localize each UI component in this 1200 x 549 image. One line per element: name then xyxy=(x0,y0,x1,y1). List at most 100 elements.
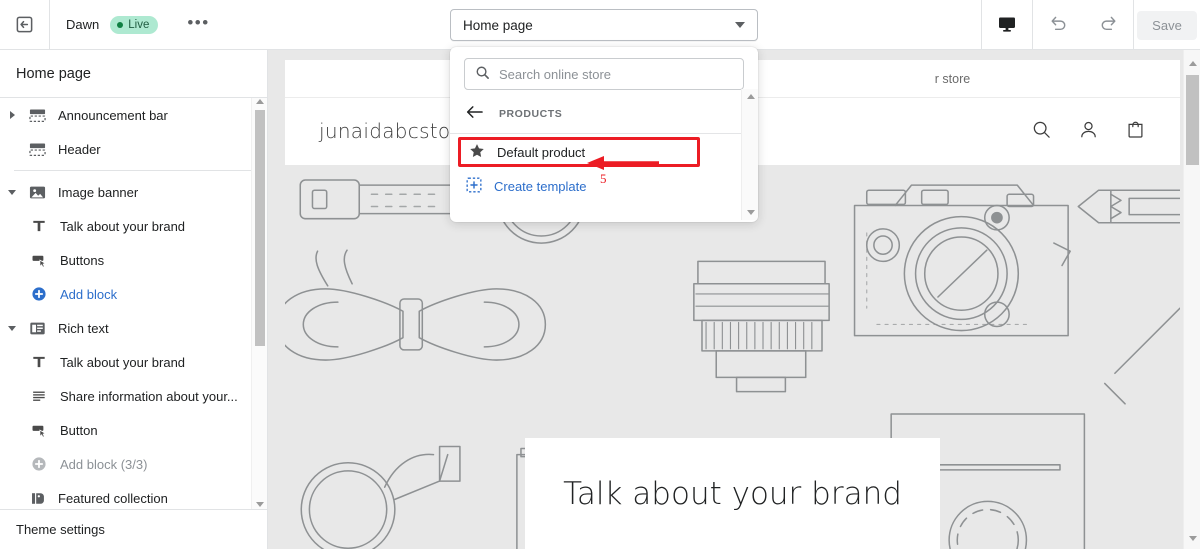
sidebar-item-announcement-bar[interactable]: Announcement bar xyxy=(0,98,267,132)
sections-sidebar: Home page Announcement bar Header Image … xyxy=(0,50,268,549)
preview-scrollbar[interactable] xyxy=(1183,50,1200,549)
preview-image-banner[interactable]: Talk about your brand xyxy=(285,165,1180,549)
triangle-down-icon xyxy=(746,210,755,215)
text-block-icon xyxy=(26,354,52,370)
preview-header-icons xyxy=(1031,119,1146,143)
arrow-left-icon[interactable] xyxy=(466,105,483,122)
search-input[interactable] xyxy=(499,66,733,82)
sidebar-item-featured-collection[interactable]: Featured collection xyxy=(0,481,267,509)
exit-editor-button[interactable] xyxy=(0,0,50,50)
undo-button[interactable] xyxy=(1033,0,1083,50)
announcement-text: r store xyxy=(934,71,971,86)
sidebar-item-header[interactable]: Header xyxy=(0,132,267,166)
sidebar-item-label: Share information about your... xyxy=(60,388,238,404)
annotation-step-number: 5 xyxy=(600,171,607,186)
chevron-right-icon xyxy=(9,111,15,119)
sections-list: Announcement bar Header Image banner Tal… xyxy=(0,98,267,509)
sidebar-item-label: Button xyxy=(60,422,98,438)
create-template-icon xyxy=(466,176,482,196)
scroll-up-button[interactable] xyxy=(252,95,268,108)
triangle-down-icon xyxy=(256,502,264,507)
scrollbar-thumb[interactable] xyxy=(1186,75,1199,165)
sidebar-block-buttons[interactable]: Buttons xyxy=(0,243,267,277)
search-icon[interactable] xyxy=(1031,119,1052,143)
triangle-up-icon xyxy=(746,94,755,99)
scrollbar-thumb[interactable] xyxy=(255,110,265,346)
sidebar-item-label: Buttons xyxy=(60,252,105,268)
theme-editor-app: Dawn Live ••• Save Home page Search onli… xyxy=(0,0,1200,549)
sidebar-block-button[interactable]: Button xyxy=(0,413,267,447)
announcement-bar-icon xyxy=(24,107,50,124)
dropdown-item-label: Create template xyxy=(494,178,587,194)
annotation-arrow-left-icon xyxy=(587,156,659,170)
page-selector-dropdown: PRODUCTS Default product Create tem xyxy=(450,47,758,222)
disclosure-toggle[interactable] xyxy=(0,111,24,119)
add-circle-icon xyxy=(26,286,52,302)
sidebar-item-label: Announcement bar xyxy=(58,107,168,123)
disclosure-toggle[interactable] xyxy=(0,189,24,195)
sidebar-item-label: Image banner xyxy=(58,184,139,200)
sidebar-item-rich-text[interactable]: Rich text xyxy=(0,311,267,345)
scroll-down-button[interactable] xyxy=(742,205,758,220)
triangle-down-icon xyxy=(1188,535,1197,541)
sidebar-scrollbar[interactable] xyxy=(251,98,267,509)
sidebar-item-label: Add block (3/3) xyxy=(60,456,148,472)
chevron-down-icon xyxy=(8,189,16,195)
sidebar-block-talk-about-your-brand[interactable]: Talk about your brand xyxy=(0,209,267,243)
rich-text-icon xyxy=(24,320,50,337)
disclosure-toggle[interactable] xyxy=(0,325,24,331)
search-field[interactable] xyxy=(464,58,744,90)
preview-device-button[interactable] xyxy=(982,0,1032,50)
button-block-icon xyxy=(26,422,52,439)
sidebar-add-block-image-banner[interactable]: Add block xyxy=(0,277,267,311)
sidebar-add-block-rich-text[interactable]: Add block (3/3) xyxy=(0,447,267,481)
scroll-down-button[interactable] xyxy=(1184,531,1200,545)
undo-icon xyxy=(1048,13,1069,37)
divider xyxy=(14,170,253,171)
button-block-icon xyxy=(26,252,52,269)
sidebar-block-talk-about-your-brand-2[interactable]: Talk about your brand xyxy=(0,345,267,379)
star-icon xyxy=(469,143,485,162)
redo-button[interactable] xyxy=(1083,0,1133,50)
triangle-up-icon xyxy=(1188,60,1197,66)
desktop-icon xyxy=(997,14,1017,37)
sidebar-item-label: Rich text xyxy=(58,320,109,336)
triangle-up-icon xyxy=(256,99,264,104)
cart-icon[interactable] xyxy=(1125,119,1146,143)
theme-info: Dawn Live ••• xyxy=(50,12,214,38)
scroll-up-button[interactable] xyxy=(1184,56,1200,70)
search-icon xyxy=(475,65,490,83)
text-block-icon xyxy=(26,218,52,234)
dropdown-section-header: PRODUCTS xyxy=(450,99,758,134)
sidebar-item-label: Talk about your brand xyxy=(60,354,186,370)
dropdown-section-title: PRODUCTS xyxy=(499,107,563,120)
more-actions-button[interactable]: ••• xyxy=(183,12,213,38)
header-icon xyxy=(24,141,50,158)
image-banner-text-card[interactable]: Talk about your brand xyxy=(525,438,940,549)
sidebar-item-label: Talk about your brand xyxy=(60,218,186,234)
sidebar-item-label: Header xyxy=(58,141,101,157)
scroll-up-button[interactable] xyxy=(742,89,758,104)
dropdown-scrollbar[interactable] xyxy=(741,89,758,220)
theme-settings-footer: Theme settings xyxy=(0,509,267,549)
chevron-down-icon xyxy=(735,22,745,28)
top-bar-actions: Save xyxy=(981,0,1200,50)
dropdown-item-default-product[interactable]: Default product xyxy=(458,137,700,167)
dropdown-item-label: Default product xyxy=(497,144,586,160)
theme-settings-link[interactable]: Theme settings xyxy=(16,522,105,537)
page-selector-value: Home page xyxy=(463,17,533,33)
page-selector-button[interactable]: Home page xyxy=(450,9,758,41)
store-logo[interactable]: junaidabcsto xyxy=(319,119,450,143)
sidebar-item-image-banner[interactable]: Image banner xyxy=(0,175,267,209)
save-button-wrap: Save xyxy=(1134,0,1200,50)
save-button[interactable]: Save xyxy=(1137,10,1197,40)
sidebar-item-label: Add block xyxy=(60,286,118,302)
exit-editor-icon xyxy=(15,15,34,34)
sidebar-block-share-information[interactable]: Share information about your... xyxy=(0,379,267,413)
account-icon[interactable] xyxy=(1078,119,1099,143)
status-badge-label: Live xyxy=(128,18,150,31)
add-circle-icon xyxy=(26,456,52,472)
image-banner-icon xyxy=(24,184,50,201)
theme-name: Dawn xyxy=(66,17,100,32)
chevron-down-icon xyxy=(8,325,16,331)
